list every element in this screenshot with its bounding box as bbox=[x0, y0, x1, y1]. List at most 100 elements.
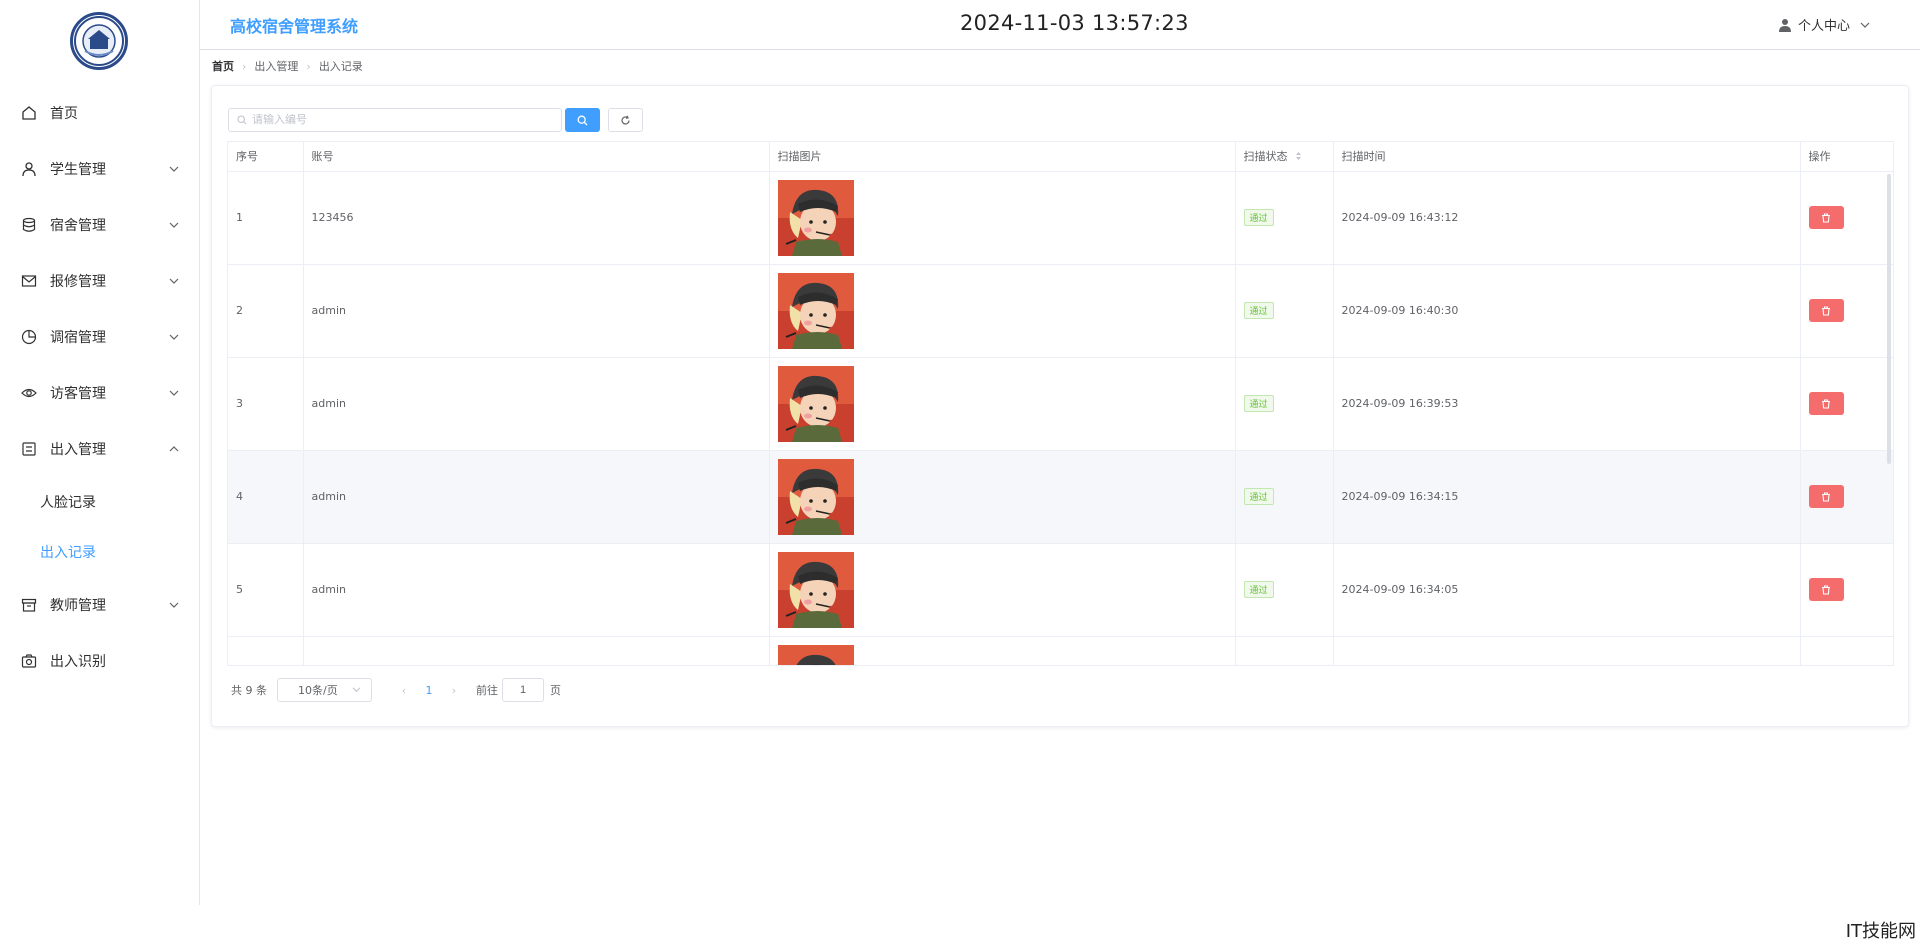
page-size-select[interactable]: 10条/页 bbox=[277, 678, 372, 702]
chevron-down-icon bbox=[168, 275, 180, 287]
status-badge: 通过 bbox=[1243, 488, 1274, 505]
page-number[interactable]: 1 bbox=[414, 684, 444, 697]
cell-scan-status bbox=[1235, 636, 1334, 665]
table-row: 2 admin 通过 2024-09-09 16:40:30 bbox=[228, 264, 1893, 358]
cell-scan-time: 2024-09-09 16:43:12 bbox=[1333, 171, 1801, 265]
box-icon bbox=[20, 596, 38, 614]
cell-index: 2 bbox=[228, 264, 304, 358]
search-icon bbox=[237, 115, 247, 125]
refresh-icon bbox=[620, 111, 631, 130]
sidebar-subitem-label: 人脸记录 bbox=[40, 495, 96, 511]
scan-photo bbox=[777, 365, 854, 442]
scan-photo bbox=[777, 644, 854, 665]
column-header-actions: 操作 bbox=[1800, 142, 1893, 172]
cell-scan-status: 通过 bbox=[1235, 171, 1334, 265]
sidebar-item-label: 报修管理 bbox=[50, 274, 106, 290]
chevron-up-icon bbox=[168, 443, 180, 455]
records-table: 序号 账号 扫描图片 扫描状态 扫描时间 操作 1 123456 通过 2024… bbox=[227, 141, 1894, 666]
column-header-scan-time: 扫描时间 bbox=[1333, 142, 1801, 172]
cell-scan-time bbox=[1333, 636, 1801, 665]
user-center-label: 个人中心 bbox=[1797, 19, 1850, 34]
cell-account bbox=[303, 636, 770, 665]
breadcrumb-item-access: 出入管理 bbox=[254, 60, 299, 73]
status-badge: 通过 bbox=[1243, 302, 1274, 319]
sort-caret-icon[interactable] bbox=[1295, 151, 1302, 164]
sidebar-item-access[interactable]: 出入管理 bbox=[0, 421, 200, 477]
sidebar-item-visitors[interactable]: 访客管理 bbox=[0, 365, 200, 421]
chevron-down-icon bbox=[168, 331, 180, 343]
delete-button[interactable] bbox=[1808, 578, 1844, 601]
delete-button[interactable] bbox=[1808, 485, 1844, 508]
cell-actions bbox=[1800, 543, 1893, 637]
table-row: 4 admin 通过 2024-09-09 16:34:15 bbox=[228, 450, 1893, 544]
delete-button[interactable] bbox=[1808, 299, 1844, 322]
camera-icon bbox=[20, 652, 38, 670]
cell-scan-time: 2024-09-09 16:40:30 bbox=[1333, 264, 1801, 358]
sidebar-subitem-access-records[interactable]: 出入记录 bbox=[0, 527, 200, 577]
trash-icon bbox=[1822, 584, 1830, 595]
breadcrumb-item-records: 出入记录 bbox=[318, 60, 363, 73]
sidebar-subitem-face-records[interactable]: 人脸记录 bbox=[0, 477, 200, 527]
cell-account: admin bbox=[303, 450, 770, 544]
sidebar-item-label: 学生管理 bbox=[50, 162, 106, 178]
cell-index: 5 bbox=[228, 543, 304, 637]
cell-index: 3 bbox=[228, 357, 304, 451]
prev-page-button[interactable]: ‹ bbox=[394, 684, 414, 697]
mail-icon bbox=[20, 272, 38, 290]
column-header-scan-status[interactable]: 扫描状态 bbox=[1235, 142, 1334, 172]
sidebar-item-access-recognition[interactable]: 出入识别 bbox=[0, 633, 200, 689]
user-center-dropdown[interactable]: 个人中心 bbox=[1778, 15, 1870, 34]
column-header-label: 扫描状态 bbox=[1243, 150, 1288, 164]
cell-scan-image bbox=[769, 264, 1236, 358]
cell-scan-image bbox=[769, 357, 1236, 451]
cell-account: admin bbox=[303, 264, 770, 358]
cell-scan-image bbox=[769, 171, 1236, 265]
sidebar-menu: 首页 学生管理 宿舍管理 报修管理 调宿管理 访客管理 出入管理 人脸记录 出入… bbox=[0, 85, 200, 689]
sidebar-subitem-label: 出入记录 bbox=[40, 545, 96, 561]
sidebar-item-home[interactable]: 首页 bbox=[0, 85, 200, 141]
column-header-index: 序号 bbox=[228, 142, 304, 172]
chevron-down-icon bbox=[168, 387, 180, 399]
search-button[interactable] bbox=[565, 108, 600, 132]
pagination: 共 9 条 10条/页 ‹ 1 › 前往 页 bbox=[231, 678, 561, 702]
trash-icon bbox=[1822, 212, 1830, 223]
goto-page-input[interactable] bbox=[502, 678, 544, 702]
top-header: 高校宿舍管理系统 2024-11-03 13:57:23 个人中心 bbox=[200, 0, 1920, 50]
delete-button[interactable] bbox=[1808, 206, 1844, 229]
cell-scan-time: 2024-09-09 16:34:15 bbox=[1333, 450, 1801, 544]
scan-photo bbox=[777, 551, 854, 628]
sidebar-item-dormitory[interactable]: 宿舍管理 bbox=[0, 197, 200, 253]
sidebar-item-room-transfer[interactable]: 调宿管理 bbox=[0, 309, 200, 365]
search-box bbox=[228, 108, 562, 132]
next-page-button[interactable]: › bbox=[444, 684, 464, 697]
sidebar-item-teachers[interactable]: 教师管理 bbox=[0, 577, 200, 633]
cell-actions bbox=[1800, 171, 1893, 265]
search-input[interactable] bbox=[252, 114, 542, 126]
trash-icon bbox=[1822, 491, 1830, 502]
cell-scan-status: 通过 bbox=[1235, 357, 1334, 451]
sidebar-item-students[interactable]: 学生管理 bbox=[0, 141, 200, 197]
cell-scan-image bbox=[769, 543, 1236, 637]
chevron-down-icon bbox=[1860, 20, 1870, 30]
cell-index: 1 bbox=[228, 171, 304, 265]
delete-button[interactable] bbox=[1808, 392, 1844, 415]
clock: 2024-11-03 13:57:23 bbox=[960, 11, 1189, 35]
sidebar-item-label: 宿舍管理 bbox=[50, 218, 106, 234]
goto-label: 前往 bbox=[476, 684, 498, 697]
cell-scan-time: 2024-09-09 16:34:05 bbox=[1333, 543, 1801, 637]
cell-actions bbox=[1800, 636, 1893, 665]
status-badge: 通过 bbox=[1243, 395, 1274, 412]
table-row: 1 123456 通过 2024-09-09 16:43:12 bbox=[228, 171, 1893, 265]
home-icon bbox=[20, 104, 38, 122]
table-scrollbar[interactable] bbox=[1887, 174, 1891, 464]
chevron-down-icon bbox=[168, 599, 180, 611]
content-card: 序号 账号 扫描图片 扫描状态 扫描时间 操作 1 123456 bbox=[211, 85, 1909, 727]
sidebar-item-repair[interactable]: 报修管理 bbox=[0, 253, 200, 309]
status-badge: 通过 bbox=[1243, 581, 1274, 598]
reset-button[interactable] bbox=[608, 108, 643, 132]
cell-account: 123456 bbox=[303, 171, 770, 265]
sidebar-item-label: 访客管理 bbox=[50, 386, 106, 402]
breadcrumb-item-home[interactable]: 首页 bbox=[212, 58, 234, 74]
scan-photo bbox=[777, 179, 854, 256]
chevron-down-icon bbox=[352, 684, 361, 697]
